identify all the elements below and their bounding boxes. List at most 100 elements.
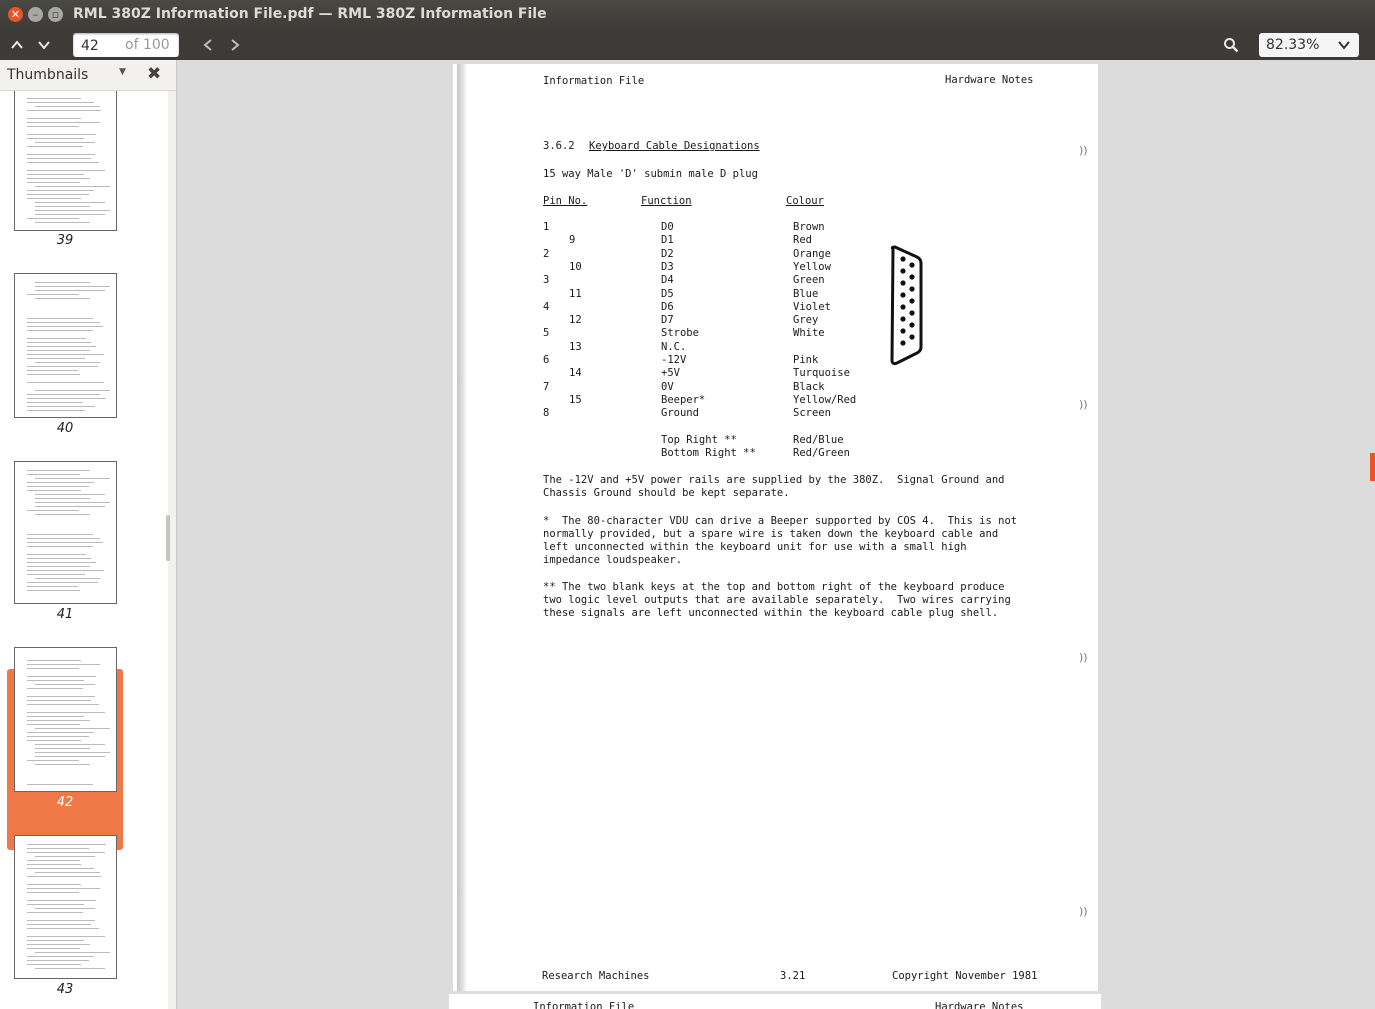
- window-close-button[interactable]: ✕: [8, 7, 23, 22]
- table-row-function: Ground: [661, 407, 699, 420]
- thumbnail-text-line: [27, 964, 81, 965]
- table-row-function: D2: [661, 247, 674, 260]
- table-row-function: +5V: [661, 367, 680, 380]
- paragraph-line: Chassis Ground should be kept separate.: [543, 487, 790, 499]
- thumbnail-text-line: [35, 498, 90, 499]
- table-row-function: N.C.: [661, 340, 687, 353]
- table-row-function: Bottom Right **: [661, 447, 756, 459]
- title-bar: ✕ – ▫ RML 380Z Information File.pdf — RM…: [0, 0, 1375, 30]
- thumbnail-page-40[interactable]: [14, 273, 117, 418]
- history-forward-button[interactable]: [222, 33, 248, 57]
- thumbnail-text-line: [27, 688, 83, 689]
- thumbnail-text-line: [27, 852, 105, 853]
- previous-page-button[interactable]: [4, 33, 30, 57]
- table-row-pin: 11: [569, 287, 582, 300]
- thumbnail-text-line: [27, 338, 86, 339]
- table-row-pin: 10: [569, 260, 582, 273]
- table-row-colour: Brown: [793, 221, 825, 233]
- thumbnail-text-line: [27, 928, 99, 929]
- thumbnail-text-line: [27, 406, 95, 407]
- thumbnail-text-line: [27, 956, 94, 957]
- thumbnail-text-line: [27, 700, 91, 701]
- thumbnail-text-line: [27, 322, 100, 323]
- thumbnail-text-line: [35, 952, 110, 953]
- thumbnail-text-line: [27, 118, 81, 119]
- thumbnail-text-line: [27, 570, 104, 571]
- thumbnail-label: 43: [56, 982, 74, 997]
- table-row-colour: Yellow: [793, 260, 831, 273]
- paragraph-line: impedance loudspeaker.: [543, 554, 683, 566]
- paragraph-line: ** The two blank keys at the top and bot…: [543, 581, 1005, 593]
- thumbnail-text-line: [27, 944, 90, 945]
- page-total-label: of 100: [125, 37, 170, 53]
- thumbnail-text-line: [35, 290, 105, 291]
- thumbnail-text-line: [27, 732, 94, 733]
- thumbnail-page-41[interactable]: [14, 461, 117, 604]
- thumbnail-text-line: [27, 134, 96, 135]
- thumbnail-text-line: [27, 98, 81, 99]
- next-page-button[interactable]: [31, 33, 57, 57]
- zoom-select[interactable]: 82.33%: [1259, 33, 1359, 57]
- thumbnail-text-line: [35, 764, 90, 765]
- page-number-input[interactable]: [79, 36, 113, 56]
- thumbnail-text-line: [35, 222, 90, 223]
- table-row-function: D6: [661, 300, 674, 313]
- window-minimize-button[interactable]: –: [28, 7, 43, 22]
- next-page-header-right: Hardware Notes: [935, 1001, 1024, 1009]
- thumbnail-text-line: [27, 534, 93, 535]
- thumbnail-text-line: [35, 968, 105, 969]
- page-header-right: Hardware Notes: [945, 74, 1034, 86]
- page-number-box: of 100: [73, 33, 179, 57]
- thumbnail-text-line: [27, 102, 94, 103]
- d-sub-connector-drawing: [890, 245, 923, 366]
- thumbnail-text-line: [35, 752, 110, 753]
- thumbnail-text-line: [27, 490, 81, 491]
- table-row-pin: 4: [543, 300, 550, 313]
- overview-ruler-marker: [1370, 453, 1375, 481]
- table-row-pin: 14: [569, 367, 582, 380]
- thumbnail-text-line: [27, 892, 79, 893]
- thumbnail-text-line: [27, 920, 95, 921]
- search-button[interactable]: [1218, 33, 1244, 57]
- thumbnail-text-line: [35, 872, 100, 873]
- thumbnail-list[interactable]: 39 40 41 42 43: [0, 91, 168, 1009]
- thumbnail-text-line: [35, 206, 90, 207]
- thumbnail-page-43[interactable]: [14, 835, 117, 979]
- thumbnail-text-line: [27, 664, 100, 665]
- history-back-button[interactable]: [195, 33, 221, 57]
- sidebar-title[interactable]: Thumbnails: [7, 67, 88, 83]
- chevron-right-icon: [231, 39, 240, 51]
- thumbnail-page-39[interactable]: [14, 91, 117, 231]
- table-row-colour: Pink: [793, 354, 819, 366]
- table-row-colour: Red: [793, 234, 812, 247]
- thumbnail-text-line: [27, 558, 91, 559]
- table-row-pin: 7: [543, 380, 550, 393]
- window-title: RML 380Z Information File.pdf — RML 380Z…: [73, 6, 547, 22]
- chevron-left-icon: [203, 39, 212, 51]
- thumbnail-text-line: [27, 366, 98, 367]
- thumbnail-text-line: [27, 374, 80, 375]
- punch-hole-mark: )): [1079, 144, 1088, 157]
- thumbnail-text-line: [27, 138, 84, 139]
- thumbnail-text-line: [35, 106, 100, 107]
- thumbnail-page-42[interactable]: [14, 647, 117, 792]
- table-row-pin: 5: [543, 327, 550, 340]
- thumbnail-text-line: [35, 362, 100, 363]
- chevron-up-icon: [11, 40, 23, 49]
- thumbnail-text-line: [35, 502, 110, 503]
- thumbnail-text-line: [27, 146, 83, 147]
- dropdown-arrow-icon[interactable]: ▼: [119, 67, 126, 77]
- toolbar: of 100 82.33%: [0, 30, 1375, 60]
- thumbnail-text-line: [27, 884, 81, 885]
- table-row-pin: 13: [569, 340, 582, 353]
- thumbnail-text-line: [27, 740, 81, 741]
- document-view[interactable]: Information File Hardware Notes 3.6.2 Ke…: [177, 60, 1375, 1009]
- thumbnail-text-line: [27, 704, 99, 705]
- thumbnail-text-line: [27, 174, 84, 175]
- thumbnail-text-line: [27, 696, 95, 697]
- close-icon[interactable]: ✖: [147, 64, 161, 84]
- window-maximize-button[interactable]: ▫: [48, 7, 63, 22]
- thumbnail-text-line: [27, 912, 83, 913]
- sidebar-scrollbar[interactable]: [166, 515, 170, 561]
- column-header-function: Function: [641, 195, 692, 207]
